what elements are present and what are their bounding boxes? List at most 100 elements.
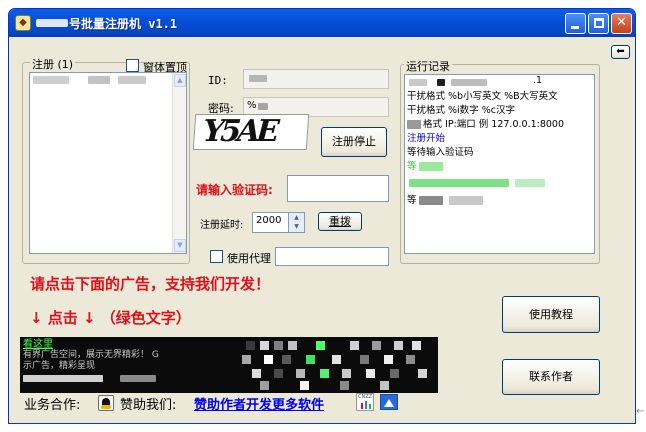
log-line: 等 <box>407 195 417 206</box>
ad-pixel <box>320 369 329 378</box>
captcha-prompt: 请输入验证码: <box>196 183 273 197</box>
log-redacted <box>407 120 421 129</box>
log-redacted <box>515 179 545 187</box>
ad-pixel <box>296 369 305 378</box>
stay-on-top-checkbox[interactable] <box>126 59 139 72</box>
contact-author-button[interactable]: 联系作者 <box>502 359 600 395</box>
log-version: .1 <box>533 75 543 86</box>
log-line: 格式 IP:端口 例 127.0.0.1:8000 <box>423 119 564 130</box>
log-redacted <box>419 162 443 171</box>
ad-pixel <box>332 355 341 364</box>
account-list[interactable]: ▲ ▼ <box>29 72 187 254</box>
ad-pixel <box>412 341 421 350</box>
collapse-button[interactable]: ⬅ <box>611 45 630 59</box>
image-icon[interactable] <box>380 394 398 410</box>
log-redacted <box>451 79 487 86</box>
stop-registration-button[interactable]: 注册停止 <box>321 127 387 157</box>
arrow-left-icon: ⬅ <box>616 46 625 57</box>
app-icon: ◆ <box>15 15 31 31</box>
ad-banner[interactable]: 看这里 有界广告空间，展示无界精彩！ G 示广告，精彩呈现 <box>20 337 438 393</box>
ad-pixel <box>418 369 427 378</box>
password-redacted <box>258 103 268 110</box>
promo-line-1: 请点击下面的广告，支持我们开发！ <box>30 275 271 293</box>
cnzz-label: CNZZ <box>358 394 373 400</box>
delay-label: 注册延时: <box>200 220 244 231</box>
log-group-label: 运行记录 <box>404 58 452 74</box>
log-redacted <box>409 179 509 187</box>
ad-pixel <box>394 341 403 350</box>
list-item <box>33 76 69 84</box>
ad-headline[interactable]: 看这里 <box>23 339 53 350</box>
ad-pixel <box>252 369 261 378</box>
log-redacted <box>419 196 443 205</box>
title-bar[interactable]: ◆ 号批量注册机 v1.1 ✕ <box>9 9 635 37</box>
minimize-button[interactable] <box>565 13 586 34</box>
ad-pixel <box>380 381 389 390</box>
ad-pixel <box>316 341 325 350</box>
ad-redacted <box>23 375 103 382</box>
ad-pixel <box>274 369 283 378</box>
promo-line-2: ↓ 点击 ↓ （绿色文字） <box>30 309 191 327</box>
ad-text: 示广告，精彩呈现 <box>23 361 96 371</box>
redial-button[interactable]: 重拨 <box>318 212 362 231</box>
close-icon: ✕ <box>616 15 627 30</box>
ad-pixel <box>384 355 393 364</box>
password-value: % <box>247 100 257 111</box>
run-log[interactable]: .1 干扰格式 %b小写英文 %B大写英文 干扰格式 %i数字 %c汉字 格式 … <box>404 74 595 254</box>
ad-pixel <box>282 355 291 364</box>
ad-pixel <box>390 369 399 378</box>
ad-pixel <box>246 341 255 350</box>
stats-bar <box>361 403 363 409</box>
list-item <box>88 76 110 84</box>
sponsor-link[interactable]: 赞助作者开发更多软件 <box>194 394 324 413</box>
use-proxy-checkbox[interactable] <box>210 250 223 263</box>
image-icon-shape <box>384 399 394 407</box>
sponsor-label: 赞助我们: <box>120 398 177 413</box>
ad-text: 有界广告空间，展示无界精彩！ G <box>23 350 159 360</box>
id-field[interactable] <box>243 69 389 89</box>
maximize-button[interactable] <box>588 13 609 34</box>
ad-pixel <box>264 355 273 364</box>
ad-pixel <box>406 355 415 364</box>
ad-pixel <box>260 341 269 350</box>
delay-input[interactable]: 2000 <box>252 212 289 233</box>
stats-bar <box>369 404 371 409</box>
id-redacted <box>249 75 267 82</box>
log-redacted <box>449 196 483 205</box>
corner-arrow-icon: ← <box>636 406 645 417</box>
ad-pixel <box>342 369 351 378</box>
delay-spinner[interactable]: ▲ ▼ <box>288 212 305 233</box>
spin-up-icon[interactable]: ▲ <box>289 213 304 222</box>
log-redacted <box>437 79 445 86</box>
minimize-icon <box>571 26 579 29</box>
log-redacted <box>409 79 427 86</box>
tutorial-button[interactable]: 使用教程 <box>502 296 600 333</box>
log-line: 干扰格式 %b小写英文 %B大写英文 <box>407 91 558 102</box>
ad-pixel <box>274 341 283 350</box>
id-label: ID: <box>208 74 228 87</box>
log-line: 干扰格式 %i数字 %c汉字 <box>407 105 515 116</box>
spin-down-icon[interactable]: ▼ <box>289 222 304 231</box>
close-button[interactable]: ✕ <box>611 13 632 34</box>
registration-group-label: 注册 (1) <box>30 56 76 72</box>
ad-pixel <box>350 341 359 350</box>
ad-pixel <box>372 341 381 350</box>
scroll-down-icon[interactable]: ▼ <box>174 239 186 252</box>
list-item <box>118 76 146 84</box>
title-redacted <box>36 19 68 27</box>
captcha-input[interactable] <box>287 175 389 202</box>
log-line: 注册开始 <box>407 133 446 144</box>
ad-pixel <box>340 381 349 390</box>
ad-pixel <box>306 355 315 364</box>
maximize-icon <box>594 18 604 28</box>
log-line: 等 <box>407 161 417 172</box>
list-scrollbar[interactable]: ▲ ▼ <box>172 73 186 253</box>
ad-pixel <box>360 355 369 364</box>
ad-redacted <box>120 375 156 382</box>
scroll-up-icon[interactable]: ▲ <box>174 74 186 87</box>
captcha-image[interactable]: Y5AE <box>192 114 310 150</box>
ad-pixel <box>242 355 251 364</box>
proxy-input[interactable] <box>275 247 389 266</box>
stats-icon[interactable]: CNZZ <box>356 393 374 411</box>
qq-icon[interactable] <box>98 395 114 411</box>
